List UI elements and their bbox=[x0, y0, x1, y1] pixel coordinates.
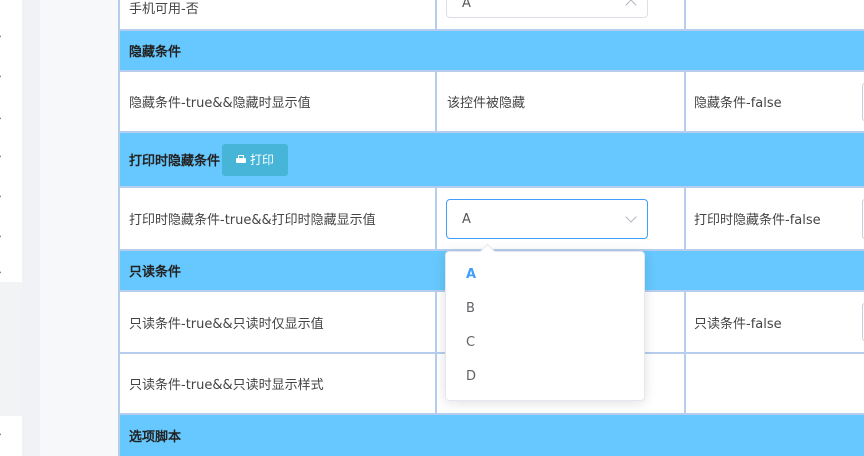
row-right-cell: 打印时隐藏条件-false bbox=[686, 188, 864, 249]
row-value-cell: A bbox=[437, 0, 684, 29]
chevron-icon[interactable]: › bbox=[0, 112, 7, 124]
select-value: A bbox=[462, 0, 471, 11]
row-label: 只读条件-true&&只读时显示样式 bbox=[129, 378, 324, 393]
table-row: 手机可用-否 A bbox=[120, 0, 864, 29]
row-label-cell: 只读条件-true&&只读时显示样式 bbox=[120, 354, 435, 413]
gutter bbox=[22, 0, 40, 456]
section-hidden: 隐藏条件 bbox=[120, 31, 864, 70]
section-title: 隐藏条件 bbox=[129, 45, 182, 60]
row-right-cell bbox=[686, 354, 864, 413]
printer-icon bbox=[236, 155, 247, 164]
section-title: 选项脚本 bbox=[129, 430, 182, 445]
table-row: 打印时隐藏条件-true&&打印时隐藏显示值 A 打印时隐藏条件-false bbox=[120, 188, 864, 249]
row-value-cell: A bbox=[437, 188, 684, 249]
dropdown-option-c[interactable]: C bbox=[446, 326, 644, 360]
row-label-cell: 只读条件-true&&只读时仅显示值 bbox=[120, 292, 435, 352]
print-button[interactable]: 打印 bbox=[222, 143, 289, 176]
select-value: A bbox=[462, 211, 471, 227]
section-option-script: 选项脚本 bbox=[120, 415, 864, 456]
dropdown-option-a[interactable]: A bbox=[446, 258, 644, 292]
table-row: 隐藏条件-true&&隐藏时显示值 该控件被隐藏 隐藏条件-false bbox=[120, 72, 864, 131]
chevron-icon[interactable]: › bbox=[0, 30, 7, 42]
select-field[interactable]: A bbox=[446, 199, 648, 239]
chevron-up-icon bbox=[625, 211, 637, 223]
section-title: 打印时隐藏条件 bbox=[129, 154, 221, 169]
row-label-cell: 手机可用-否 bbox=[120, 0, 435, 29]
chevron-icon[interactable]: › bbox=[0, 190, 7, 202]
select-dropdown: A B C D bbox=[445, 251, 645, 401]
row-right-cell bbox=[686, 0, 864, 29]
chevron-icon[interactable]: › bbox=[0, 70, 7, 82]
chevron-icon[interactable]: › bbox=[0, 150, 7, 162]
row-value-cell: 该控件被隐藏 bbox=[437, 72, 684, 131]
chevron-icon[interactable]: › bbox=[0, 428, 7, 440]
row-value: 该控件被隐藏 bbox=[447, 96, 526, 111]
row-label-cell: 隐藏条件-true&&隐藏时显示值 bbox=[120, 72, 435, 131]
dropdown-option-b[interactable]: B bbox=[446, 292, 644, 326]
row-right-cell: 只读条件-false bbox=[686, 292, 864, 352]
row-label: 打印时隐藏条件-true&&打印时隐藏显示值 bbox=[129, 213, 376, 228]
row-right-text: 隐藏条件-false bbox=[694, 96, 782, 111]
chevron-icon[interactable]: › bbox=[0, 266, 7, 278]
chevron-icon[interactable]: › bbox=[0, 230, 7, 242]
section-title: 只读条件 bbox=[129, 265, 182, 280]
section-print-hidden: 打印时隐藏条件 打印 bbox=[120, 133, 864, 186]
select-field[interactable]: A bbox=[446, 0, 648, 18]
row-label: 只读条件-true&&只读时仅显示值 bbox=[129, 316, 324, 332]
row-label: 手机可用-否 bbox=[129, 2, 199, 17]
sidebar: › › › › › › › › bbox=[0, 0, 22, 456]
print-button-label: 打印 bbox=[250, 153, 275, 167]
content-padding bbox=[40, 0, 118, 456]
row-right-text: 只读条件-false bbox=[694, 316, 782, 332]
chevron-down-icon bbox=[625, 0, 637, 11]
row-label: 隐藏条件-true&&隐藏时显示值 bbox=[129, 96, 311, 111]
row-right-text: 打印时隐藏条件-false bbox=[694, 213, 821, 228]
row-label-cell: 打印时隐藏条件-true&&打印时隐藏显示值 bbox=[120, 188, 435, 249]
row-right-cell: 隐藏条件-false bbox=[686, 72, 864, 131]
dropdown-option-d[interactable]: D bbox=[446, 360, 644, 394]
sidebar-active-area bbox=[0, 282, 22, 416]
